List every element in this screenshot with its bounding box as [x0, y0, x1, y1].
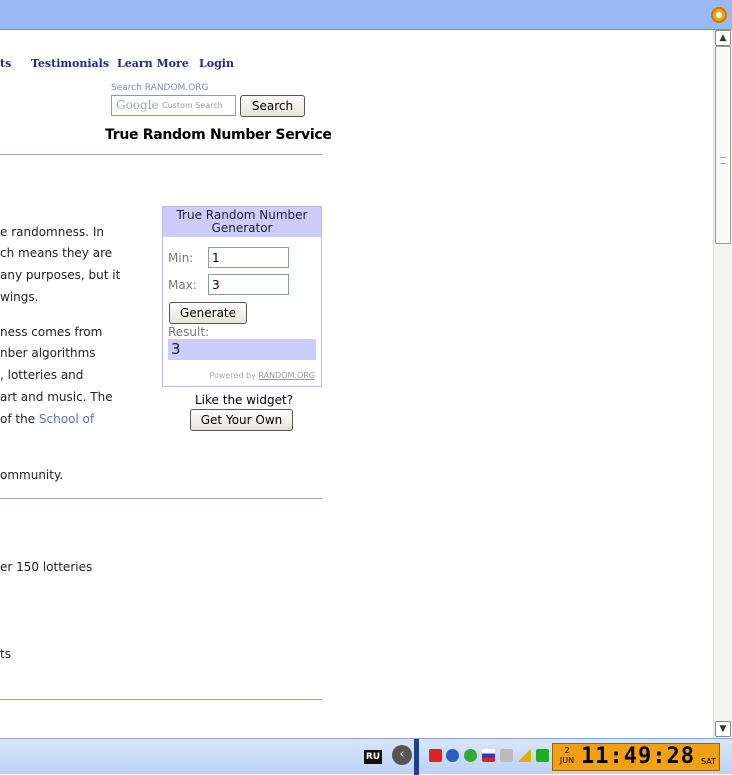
back-arrow-icon[interactable]: ‹: [392, 745, 412, 765]
result-value: 3: [168, 339, 316, 360]
clock-weekday: SAT: [701, 757, 716, 766]
nav-item-partial[interactable]: ts: [0, 57, 11, 70]
body-text-fragment: of the: [0, 412, 36, 426]
nav-testimonials[interactable]: Testimonials: [31, 57, 109, 70]
clock[interactable]: 2 JUN 11:49:28 SAT: [552, 743, 720, 771]
body-text: ness comes from: [0, 325, 103, 339]
widget-title: True Random Number Generator: [163, 207, 321, 237]
currency-icon[interactable]: [536, 749, 549, 762]
generate-button[interactable]: Generate: [169, 302, 247, 324]
powered-by-link[interactable]: RANDOM.ORG: [258, 371, 315, 380]
browser-top-bar: [0, 0, 732, 30]
clock-day: 2: [564, 746, 570, 755]
gear-icon[interactable]: [711, 7, 727, 23]
search-input[interactable]: Google Custom Search: [111, 95, 236, 116]
grip-icon: [720, 157, 726, 164]
max-label: Max:: [168, 278, 197, 292]
powered-by: Powered by RANDOM.ORG: [209, 371, 315, 380]
search-button[interactable]: Search: [240, 95, 305, 117]
language-indicator[interactable]: RU: [364, 750, 382, 764]
scroll-thumb[interactable]: [715, 46, 731, 244]
page-title: True Random Number Service: [105, 127, 332, 143]
rng-widget: True Random Number Generator Min: 1 Max:…: [162, 206, 322, 387]
body-text: ommunity.: [0, 468, 64, 482]
shield-icon[interactable]: [464, 749, 477, 762]
max-input[interactable]: 3: [208, 274, 289, 295]
google-logo: Google: [116, 98, 159, 112]
vertical-scrollbar[interactable]: ▲ ▼: [713, 30, 732, 738]
min-input[interactable]: 1: [208, 247, 289, 268]
scroll-up-icon[interactable]: ▲: [715, 30, 731, 46]
body-text: nber algorithms: [0, 346, 96, 360]
taskbar-separator: [414, 739, 419, 775]
scroll-down-icon[interactable]: ▼: [715, 721, 731, 737]
body-text: ch means they are: [0, 246, 113, 260]
antivirus-icon[interactable]: [429, 749, 442, 762]
divider: [0, 498, 322, 499]
download-icon[interactable]: [446, 749, 459, 762]
get-your-own-button[interactable]: Get Your Own: [190, 409, 293, 431]
network-icon[interactable]: [500, 749, 513, 762]
clock-date: 2 JUN: [556, 746, 578, 766]
like-widget-text: Like the widget?: [195, 393, 294, 407]
result-label: Result:: [168, 325, 210, 339]
body-text: wings.: [0, 290, 39, 304]
body-text: ts: [0, 647, 11, 661]
body-text: any purposes, but it: [0, 268, 121, 282]
search-placeholder: Custom Search: [162, 101, 223, 110]
divider: [0, 699, 322, 700]
body-text: er 150 lotteries: [0, 560, 93, 574]
flag-icon[interactable]: [482, 749, 495, 762]
signal-icon[interactable]: [518, 749, 531, 762]
search-label: Search RANDOM.ORG: [111, 83, 209, 93]
page-viewport: ts Testimonials Learn More Login Search …: [0, 30, 713, 738]
body-text: art and music. The: [0, 390, 113, 404]
divider: [0, 154, 322, 155]
powered-by-text: Powered by: [209, 371, 256, 380]
taskbar: RU ‹ 2 JUN 11:49:28 SAT: [0, 738, 732, 775]
nav-login[interactable]: Login: [199, 57, 234, 70]
min-label: Min:: [168, 251, 194, 265]
clock-time: 11:49:28: [581, 744, 695, 769]
nav-learn-more[interactable]: Learn More: [117, 57, 189, 70]
body-text: , lotteries and: [0, 368, 84, 382]
school-link[interactable]: School of: [39, 412, 94, 426]
body-text: e randomness. In: [0, 225, 105, 239]
clock-month: JUN: [559, 756, 575, 765]
body-text: of the School of: [0, 412, 94, 426]
